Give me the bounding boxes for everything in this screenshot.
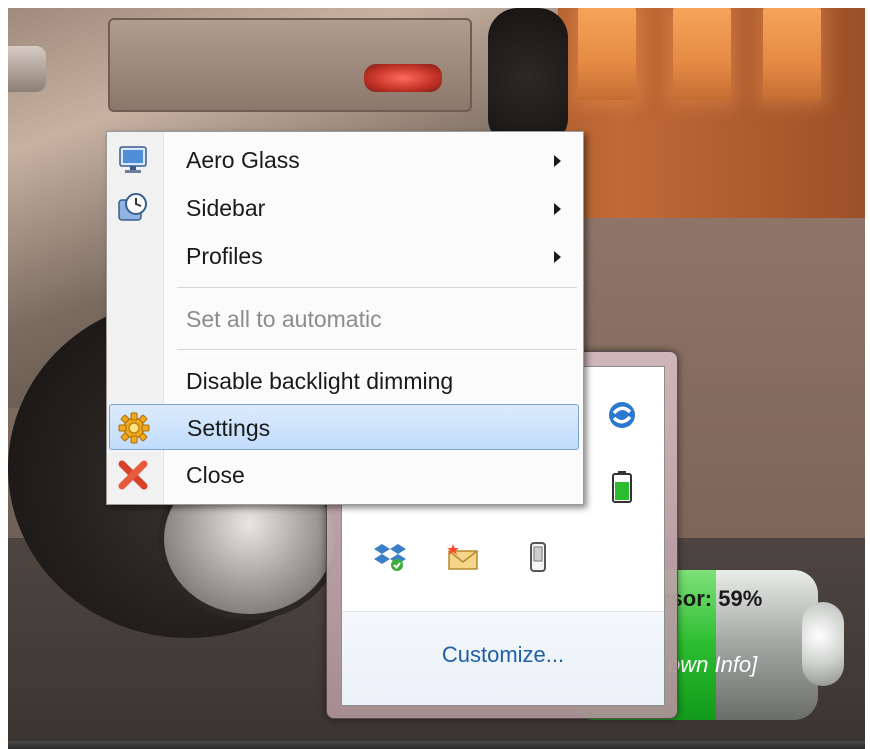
menu-item-sidebar[interactable]: Sidebar bbox=[109, 185, 579, 231]
wallpaper-window bbox=[673, 8, 731, 100]
menu-item-label: Disable backlight dimming bbox=[186, 368, 454, 394]
menu-item-settings[interactable]: Settings bbox=[109, 404, 579, 450]
battery-icon[interactable] bbox=[604, 469, 640, 505]
vehicle-door-handle bbox=[8, 46, 46, 92]
menu-separator bbox=[177, 349, 577, 353]
vehicle-tail-light bbox=[364, 64, 442, 92]
menu-item-label: Sidebar bbox=[186, 195, 266, 221]
menu-item-disable-backlight-dimming[interactable]: Disable backlight dimming bbox=[109, 358, 579, 404]
new-mail-icon[interactable] bbox=[444, 539, 480, 575]
menu-separator bbox=[177, 287, 577, 291]
submenu-arrow-icon bbox=[554, 251, 561, 263]
menu-item-label: Set all to automatic bbox=[186, 306, 382, 332]
menu-item-aero-glass[interactable]: Aero Glass bbox=[109, 137, 579, 183]
submenu-arrow-icon bbox=[554, 155, 561, 167]
clock-icon bbox=[117, 192, 149, 224]
context-menu: Aero Glass Sidebar Profiles Set all to a… bbox=[106, 131, 584, 505]
customize-link[interactable]: Customize... bbox=[342, 642, 664, 668]
menu-item-label: Close bbox=[186, 462, 245, 488]
wallpaper-window bbox=[578, 8, 636, 100]
menu-item-profiles[interactable]: Profiles bbox=[109, 233, 579, 279]
menu-item-close[interactable]: Close bbox=[109, 452, 579, 498]
dropbox-icon[interactable] bbox=[372, 539, 408, 575]
sync-icon[interactable] bbox=[604, 397, 640, 433]
menu-item-set-all-automatic: Set all to automatic bbox=[109, 296, 579, 342]
battery-info-text: own Info] bbox=[668, 652, 758, 677]
customize-area: Customize... bbox=[342, 612, 664, 705]
taskbar bbox=[8, 741, 865, 749]
menu-item-label: Profiles bbox=[186, 243, 263, 269]
vehicle-spare-tire bbox=[488, 8, 568, 148]
monitor-icon bbox=[117, 144, 149, 176]
submenu-arrow-icon bbox=[554, 203, 561, 215]
wallpaper-window bbox=[763, 8, 821, 100]
menu-item-label: Settings bbox=[187, 415, 271, 441]
battery-terminal bbox=[802, 602, 844, 686]
gear-icon bbox=[118, 412, 150, 444]
usb-device-icon[interactable] bbox=[520, 539, 556, 575]
close-icon bbox=[117, 459, 149, 491]
menu-item-label: Aero Glass bbox=[186, 147, 300, 173]
